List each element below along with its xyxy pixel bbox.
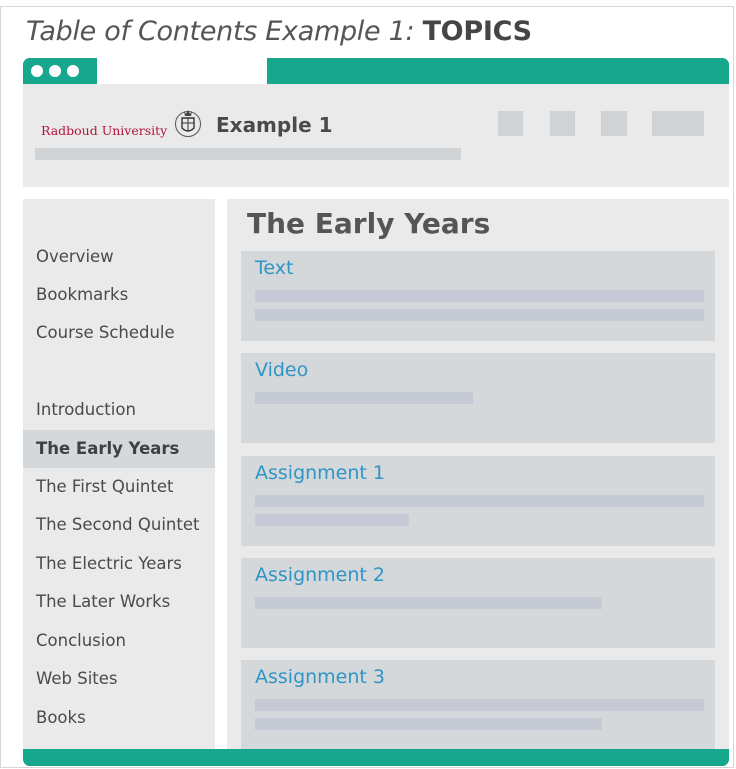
site-title[interactable]: Example 1 (216, 113, 333, 137)
dot-icon[interactable] (67, 65, 79, 77)
sidebar-item-overview[interactable]: Overview (23, 238, 215, 276)
content-card-assignment-1[interactable]: Assignment 1 (241, 456, 715, 546)
dot-icon[interactable] (31, 65, 43, 77)
heading-topic: TOPICS (422, 16, 532, 47)
sidebar-item-course-schedule[interactable]: Course Schedule (23, 314, 215, 352)
text-placeholder-line (255, 309, 704, 321)
text-placeholder-line (255, 514, 409, 526)
sidebar-item-the-second-quintet[interactable]: The Second Quintet (23, 506, 215, 544)
card-title-assignment-3[interactable]: Assignment 3 (255, 666, 385, 688)
window-footer-bar (23, 749, 729, 766)
content-card-text[interactable]: Text (241, 251, 715, 341)
slide-heading: Table of Contents Example 1: TOPICS (26, 16, 532, 47)
sidebar-item-books[interactable]: Books (23, 699, 215, 737)
text-placeholder-line (255, 290, 704, 302)
sidebar-item-introduction[interactable]: Introduction (23, 391, 215, 429)
header-nav-button[interactable] (550, 111, 575, 136)
text-placeholder-line (255, 597, 602, 609)
tab-bar-background (267, 58, 729, 84)
page-title: The Early Years (247, 207, 491, 240)
header-nav-button[interactable] (601, 111, 627, 136)
header-nav-button-wide[interactable] (652, 111, 704, 136)
sidebar-item-bookmarks[interactable]: Bookmarks (23, 276, 215, 314)
sidebar-item-the-early-years[interactable]: The Early Years (23, 430, 215, 468)
text-placeholder-line (255, 699, 704, 711)
browser-window: Radboud University Example 1 Overview Bo… (23, 58, 729, 766)
text-placeholder-line (255, 392, 473, 404)
card-title-assignment-1[interactable]: Assignment 1 (255, 462, 385, 484)
tab-bar (23, 58, 729, 84)
content-card-assignment-3[interactable]: Assignment 3 (241, 660, 715, 749)
content-card-video[interactable]: Video (241, 353, 715, 443)
site-header: Radboud University Example 1 (23, 84, 729, 187)
university-seal-icon[interactable] (174, 106, 202, 140)
text-placeholder-line (255, 495, 704, 507)
content-card-assignment-2[interactable]: Assignment 2 (241, 558, 715, 648)
header-divider (23, 187, 729, 199)
sidebar-item-the-later-works[interactable]: The Later Works (23, 583, 215, 621)
sidebar-item-web-sites[interactable]: Web Sites (23, 660, 215, 698)
content-area: The Early Years Text Video Assignment 1 … (227, 199, 729, 749)
card-title-text[interactable]: Text (255, 257, 293, 279)
sidebar-item-conclusion[interactable]: Conclusion (23, 622, 215, 660)
sidebar-item-the-first-quintet[interactable]: The First Quintet (23, 468, 215, 506)
card-title-assignment-2[interactable]: Assignment 2 (255, 564, 385, 586)
card-title-video[interactable]: Video (255, 359, 308, 381)
dot-icon[interactable] (49, 65, 61, 77)
header-placeholder-bar (35, 148, 461, 160)
university-logo-text[interactable]: Radboud University (41, 123, 167, 138)
header-nav-button[interactable] (498, 111, 523, 136)
text-placeholder-line (255, 718, 602, 730)
column-divider (215, 199, 227, 749)
sidebar-item-the-electric-years[interactable]: The Electric Years (23, 545, 215, 583)
topics-sidebar: Overview Bookmarks Course Schedule Intro… (23, 199, 215, 749)
heading-prefix: Table of Contents Example 1: (26, 16, 423, 47)
window-controls (31, 65, 79, 77)
